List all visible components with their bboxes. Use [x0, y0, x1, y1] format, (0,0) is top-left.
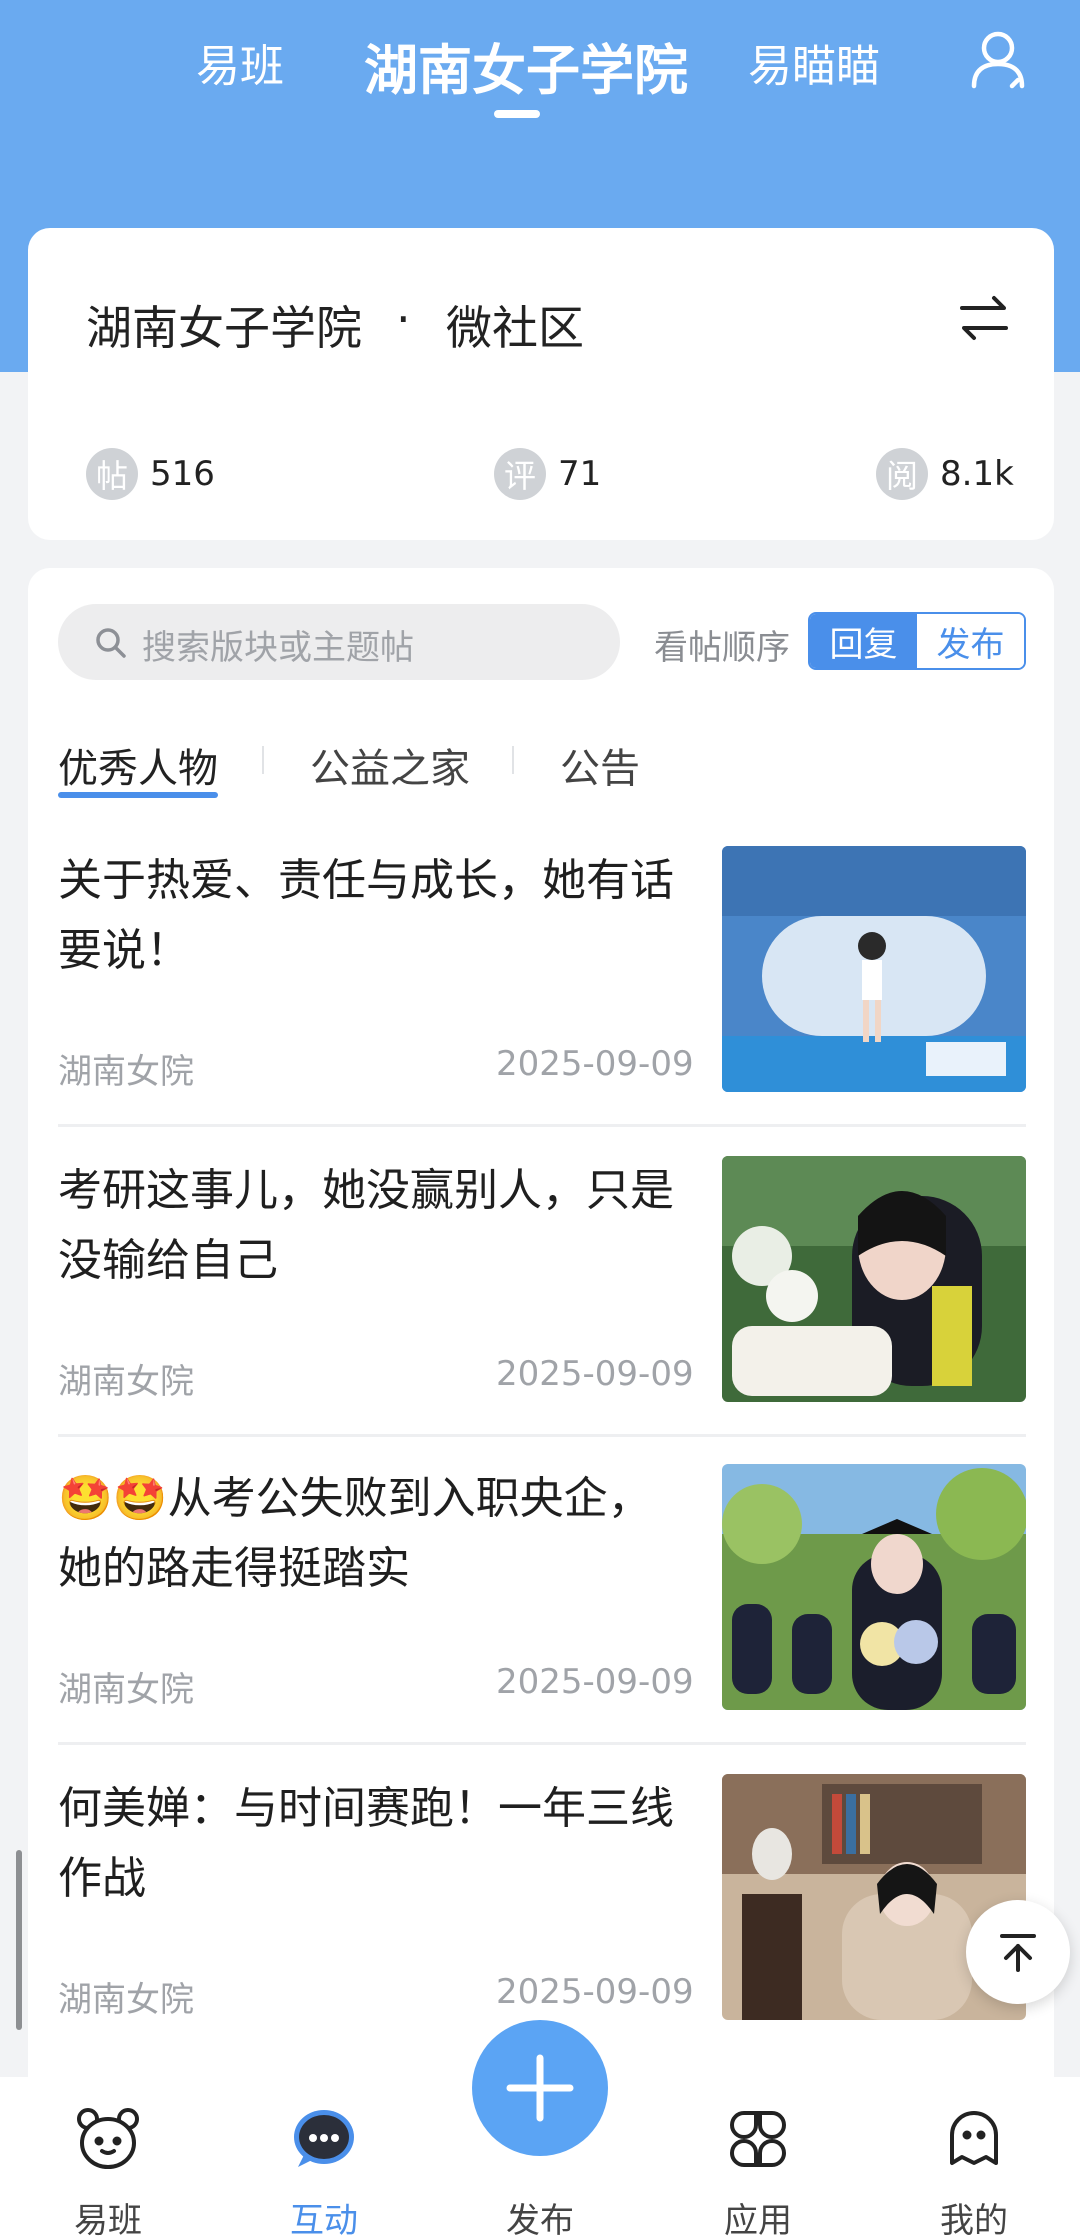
stat-views-value: 8.1k: [940, 454, 1014, 494]
category-tab-outstanding[interactable]: 优秀人物: [58, 736, 218, 794]
arrow-up-icon: [1000, 1934, 1036, 1972]
stat-comments-value: 71: [558, 454, 602, 494]
nav-label: 应用: [724, 2201, 792, 2237]
post-thumbnail: [722, 846, 1026, 1092]
apps-grid-icon: [724, 2105, 792, 2173]
post-divider: [58, 1434, 1026, 1437]
post-item[interactable]: 🤩🤩从考公失败到入职央企，她的路走得挺踏实 湖南女院 2025-09-09: [58, 1464, 1026, 1774]
ghost-profile-icon: [940, 2105, 1008, 2173]
tab-yiban[interactable]: 易班: [196, 30, 284, 94]
stat-comments: 评 71: [494, 446, 601, 502]
scrollbar[interactable]: [16, 1850, 22, 2030]
active-category-indicator: [58, 792, 218, 798]
stat-posts: 帖 516: [86, 446, 215, 502]
post-thumbnail: [722, 1464, 1026, 1710]
publish-fab-button[interactable]: [472, 2020, 608, 2156]
post-date: 2025-09-09: [496, 1354, 694, 1394]
post-date: 2025-09-09: [496, 1662, 694, 1702]
stat-posts-value: 516: [150, 454, 215, 494]
category-tab-charity[interactable]: 公益之家: [310, 736, 470, 794]
nav-yiban[interactable]: 易班: [38, 2077, 178, 2237]
nav-apps[interactable]: 应用: [688, 2077, 828, 2237]
bear-face-icon: [74, 2105, 142, 2173]
stat-views: 阅 8.1k: [876, 446, 1014, 502]
post-item[interactable]: 考研这事儿，她没赢别人，只是没输给自己 湖南女院 2025-09-09: [58, 1156, 1026, 1466]
category-tab-notice[interactable]: 公告: [560, 736, 640, 794]
tab-yimiaomiao[interactable]: 易瞄瞄: [748, 30, 880, 94]
category-divider: [512, 746, 514, 774]
nav-label: 互动: [290, 2201, 358, 2237]
post-item[interactable]: 关于热爱、责任与成长，她有话要说！ 湖南女院 2025-09-09: [58, 846, 1026, 1156]
community-name: 湖南女子学院: [86, 301, 362, 355]
active-tab-indicator: [494, 110, 540, 118]
post-divider: [58, 1742, 1026, 1745]
comments-badge-icon: 评: [494, 448, 546, 500]
sort-order-label: 看帖顺序: [654, 628, 790, 668]
sort-by-publish-button[interactable]: 发布: [917, 614, 1024, 668]
views-badge-icon: 阅: [876, 448, 928, 500]
posts-badge-icon: 帖: [86, 448, 138, 500]
sort-by-reply-button[interactable]: 回复: [810, 614, 917, 668]
switch-community-icon[interactable]: [956, 290, 1012, 346]
post-source: 湖南女院: [58, 1670, 194, 1710]
nav-interaction[interactable]: 互动: [254, 2077, 394, 2237]
user-profile-icon[interactable]: [962, 24, 1034, 96]
search-icon: [94, 626, 128, 660]
post-title: 何美婵：与时间赛跑！一年三线作战: [58, 1783, 674, 1904]
post-source: 湖南女院: [58, 1362, 194, 1402]
tab-school[interactable]: 湖南女子学院: [364, 26, 688, 105]
nav-mine[interactable]: 我的: [904, 2077, 1044, 2237]
post-title: 关于热爱、责任与成长，她有话要说！: [58, 855, 674, 976]
search-placeholder: 搜索版块或主题帖: [142, 628, 414, 668]
community-subtitle: 微社区: [446, 301, 584, 355]
community-card: 湖南女子学院 · 微社区 帖 516 评 71 阅 8.1k: [28, 228, 1054, 540]
nav-label: 我的: [940, 2201, 1008, 2237]
nav-label: 易班: [74, 2201, 142, 2237]
post-thumbnail: [722, 1156, 1026, 1402]
category-divider: [262, 746, 264, 774]
post-title: 🤩🤩从考公失败到入职央企，她的路走得挺踏实: [58, 1473, 652, 1594]
plus-icon: [506, 2054, 574, 2122]
post-divider: [58, 1124, 1026, 1127]
top-tabs: 易班 湖南女子学院 易瞄瞄: [0, 30, 1080, 120]
post-date: 2025-09-09: [496, 1972, 694, 2012]
nav-label: 发布: [506, 2201, 574, 2237]
search-input[interactable]: 搜索版块或主题帖: [58, 604, 620, 680]
post-source: 湖南女院: [58, 1980, 194, 2020]
post-date: 2025-09-09: [496, 1044, 694, 1084]
sort-order-toggle: 回复 发布: [808, 612, 1026, 670]
post-source: 湖南女院: [58, 1052, 194, 1092]
post-title: 考研这事儿，她没赢别人，只是没输给自己: [58, 1165, 674, 1286]
title-separator: ·: [396, 292, 411, 346]
back-to-top-button[interactable]: [966, 1900, 1070, 2004]
chat-bubble-icon: [290, 2105, 358, 2173]
